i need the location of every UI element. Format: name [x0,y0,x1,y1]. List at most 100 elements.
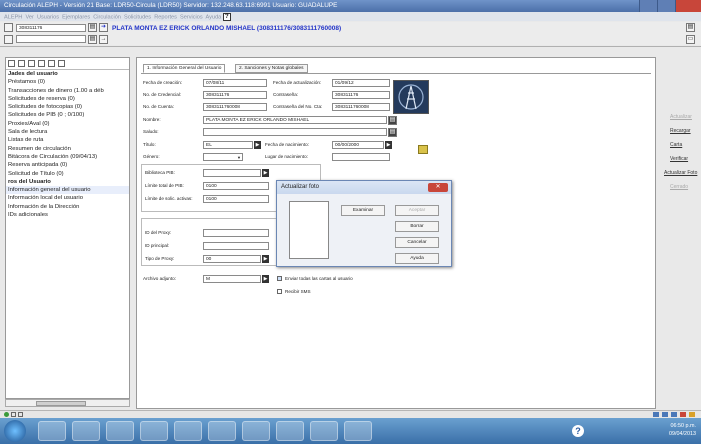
borrar-button[interactable]: Borrar [395,221,439,232]
page-icon[interactable] [38,60,45,67]
recibir-sms-checkbox[interactable] [277,289,282,294]
scroll-thumb[interactable] [36,401,86,406]
photo-edit-icon[interactable] [418,145,428,154]
menu-item-ver[interactable]: Ver [25,14,33,20]
menu-item-servicios[interactable]: Servicios [180,14,203,20]
biblioteca-dropdown-icon[interactable]: ▶ [262,169,269,177]
maximize-button[interactable] [657,0,675,12]
taskbar-clock[interactable]: 06:50 p.m. 09/04/2013 [640,422,696,438]
taskbar-ie-icon[interactable] [106,421,134,441]
tag-icon[interactable] [48,60,55,67]
nacimiento-field[interactable]: 00/00/2000 [332,141,384,149]
adjunto-dropdown-icon[interactable]: ▶ [262,275,269,283]
examinar-button[interactable]: Examinar [341,205,385,216]
titulo-field[interactable]: EL [203,141,253,149]
tipo-proxy-field[interactable]: 00 [203,255,261,263]
cuenta-field[interactable]: 3083111760008 [203,103,267,111]
taskbar-help-icon[interactable]: ? [572,425,584,437]
dialog-close-icon[interactable]: ✕ [428,183,448,192]
genero-select[interactable]: ▼ [203,153,243,161]
fecha-creacion-field[interactable]: 07/08/11 [203,79,267,87]
patron-id-input[interactable]: 308311176 [16,24,86,32]
proxy-id-field[interactable] [203,229,269,237]
titulo-dropdown-icon[interactable]: ▶ [254,141,261,149]
item-menu-icon[interactable]: ▤ [88,35,97,44]
sidebar-item-transacciones[interactable]: Transacciones de dinero (1.00 a déb [6,87,129,95]
menu-item-reportes[interactable]: Reportes [154,14,177,20]
tipo-proxy-dropdown-icon[interactable]: ▶ [262,255,269,263]
sidebar-item-bitacora[interactable]: Bitácora de Circulación (09/04/13) [6,153,129,161]
taskbar-app4-icon[interactable] [344,421,372,441]
credencial-field[interactable]: 308311176 [203,91,267,99]
nombre-field[interactable]: PLATA MONTA EZ ERICK ORLANDO MISHAEL [203,116,387,124]
saludo-edit-icon[interactable]: ▤ [388,128,397,137]
lugar-field[interactable] [332,153,390,161]
item-expand-icon[interactable]: ▭ [686,35,695,44]
sidebar-item-listas-ruta[interactable]: Listas de ruta [6,136,129,144]
adjunto-field[interactable]: M [203,275,261,283]
contrasena-cta-field[interactable]: 3083111760008 [332,103,390,111]
nacimiento-picker-icon[interactable]: ▶ [385,141,392,149]
patron-menu-icon[interactable]: ▤ [88,23,97,32]
taskbar-media-icon[interactable] [38,421,66,441]
taskbar-aleph-icon[interactable] [208,421,236,441]
menu-item-circulacion[interactable]: Circulación [93,14,121,20]
taskbar-word-icon[interactable] [276,421,304,441]
aceptar-button[interactable]: Aceptar [395,205,439,216]
verificar-button[interactable]: Verificar [670,156,688,162]
sidebar-item-prestamos[interactable]: Préstamos (0) [6,78,129,86]
tab-info-general[interactable]: 1. Información General del Usuario [143,64,226,73]
nombre-edit-icon[interactable]: ▤ [388,116,397,125]
go-arrow-icon[interactable]: ➜ [99,23,108,32]
sidebar-scrollbar[interactable] [5,399,130,407]
status-tool5-icon[interactable] [689,412,695,417]
sidebar-item-info-general[interactable]: Información general del usuario [6,186,129,195]
principal-field[interactable] [203,242,269,250]
tab-sanciones[interactable]: 2. Sanciones y Notas globales [235,64,308,73]
item-barcode-input[interactable] [16,35,86,43]
sidebar-item-ids-adicionales[interactable]: IDs adicionales [6,211,129,219]
status-box2-icon[interactable] [18,412,23,417]
limite-total-field[interactable]: 0100 [203,182,269,190]
status-tool1-icon[interactable] [653,412,659,417]
actualizar-button[interactable]: Actualizar [670,114,692,120]
status-tool3-icon[interactable] [671,412,677,417]
patron-list-icon[interactable] [4,23,13,32]
carta-button[interactable]: Carta [670,142,682,148]
patron-expand-icon[interactable]: ▤ [686,23,695,32]
close-button[interactable] [675,0,701,12]
taskbar-folder-icon[interactable] [174,421,202,441]
taskbar-chrome-icon[interactable] [72,421,100,441]
limite-solic-field[interactable]: 0100 [203,195,269,203]
item-go-icon[interactable]: → [99,35,108,44]
menu-item-aleph[interactable]: ALEPH [4,14,22,20]
biblioteca-field[interactable] [203,169,261,177]
recargar-button[interactable]: Recargar [670,128,691,134]
menu-item-ayuda[interactable]: Ayuda [206,14,222,20]
taskbar-app3-icon[interactable] [310,421,338,441]
contrasena-field[interactable]: 308311176 [332,91,390,99]
item-list-icon[interactable] [4,35,13,44]
taskbar-app-icon[interactable] [140,421,168,441]
print-icon[interactable] [58,60,65,67]
patron-photo[interactable] [393,80,429,114]
copy-icon[interactable] [28,60,35,67]
sidebar-item-resumen[interactable]: Resumen de circulación [6,145,129,153]
sidebar-item-proxies[interactable]: Proxies/Aval (0) [6,120,129,128]
taskbar-app2-icon[interactable] [242,421,270,441]
actualizar-foto-button[interactable]: Actualizar Foto [664,170,697,176]
minimize-button[interactable] [639,0,657,12]
status-box-icon[interactable] [11,412,16,417]
sidebar-item-datos-usuario[interactable]: Jades del usuario [6,70,129,78]
grid-icon[interactable] [18,60,25,67]
sidebar-item-reserva[interactable]: Solicitudes de reserva (0) [6,95,129,103]
enviar-cartas-checkbox[interactable] [277,276,282,281]
status-tool4-icon[interactable] [680,412,686,417]
ayuda-button[interactable]: Ayuda [395,253,439,264]
cancelar-button[interactable]: Cancelar [395,237,439,248]
menu-item-solicitudes[interactable]: Solicitudes [124,14,151,20]
sidebar-item-solicitud-titulo[interactable]: Solicitud de Título (0) [6,170,129,178]
menu-item-usuarios[interactable]: Usuarios [37,14,59,20]
status-tool2-icon[interactable] [662,412,668,417]
sidebar-item-direccion[interactable]: Información de la Dirección [6,203,129,211]
